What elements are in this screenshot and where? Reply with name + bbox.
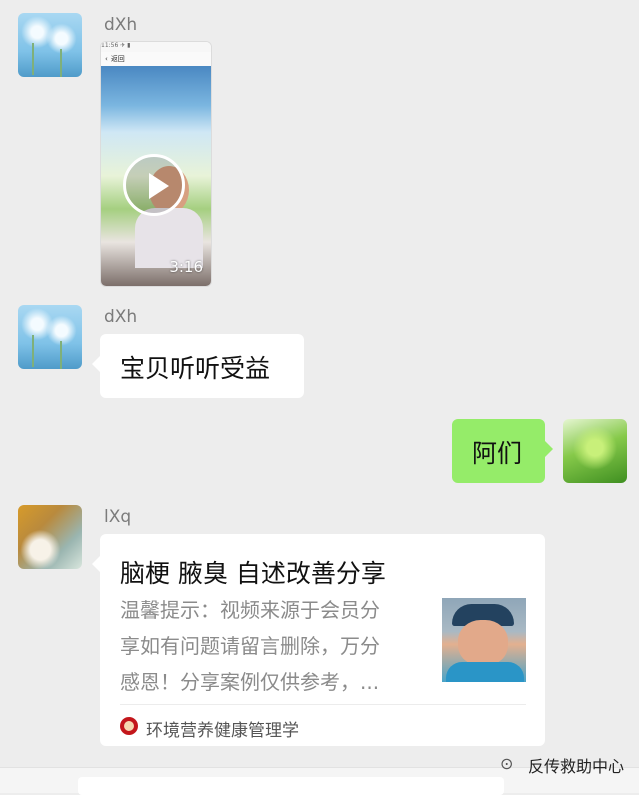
play-icon: [149, 173, 169, 199]
avatar-self[interactable]: [563, 419, 627, 483]
message-bubble-self[interactable]: 阿们: [452, 419, 553, 483]
back-chevron-icon: ‹: [105, 55, 108, 63]
sender-name: lXq: [104, 507, 132, 527]
sender-name: dXh: [104, 307, 138, 327]
video-thumbnail: 3:16: [101, 66, 211, 286]
thumbnail-body: [446, 662, 524, 682]
avatar-lxq[interactable]: [18, 505, 82, 569]
video-inner-nav: ‹ 返回: [101, 52, 211, 66]
thumbnail-face: [458, 620, 508, 666]
link-description-line: 温馨提示：视频来源于会员分: [120, 598, 380, 622]
play-circle-icon[interactable]: [123, 154, 185, 216]
video-inner-back: 返回: [110, 55, 125, 63]
video-message[interactable]: 11:56 ✈ ▮ ‹ 返回 3:16: [100, 41, 212, 287]
sender-name: dXh: [104, 15, 138, 35]
message-text: 阿们: [472, 439, 523, 468]
link-description-line: 感恩！分享案例仅供参考，...: [120, 670, 380, 694]
wechat-channel-icon: ⊙: [500, 754, 514, 773]
link-description: 温馨提示：视频来源于会员分 享如有问题请留言删除，万分 感恩！分享案例仅供参考，…: [120, 592, 420, 700]
divider: [120, 704, 526, 705]
link-source: 环境营养健康管理学: [146, 721, 299, 741]
video-inner-status: 11:56 ✈ ▮: [101, 42, 211, 52]
message-input[interactable]: [78, 777, 504, 795]
link-description-line: 享如有问题请留言删除，万分: [120, 634, 380, 658]
watermark-text: 反传救助中心: [528, 757, 625, 776]
link-thumbnail: [442, 598, 526, 682]
avatar-dxh[interactable]: [18, 305, 82, 369]
message-bubble[interactable]: 宝贝听听受益: [92, 334, 304, 398]
source-logo-icon: [120, 717, 138, 735]
link-card[interactable]: 脑梗 腋臭 自述改善分享 温馨提示：视频来源于会员分 享如有问题请留言删除，万分…: [92, 534, 545, 746]
link-title: 脑梗 腋臭 自述改善分享: [120, 559, 386, 588]
message-text: 宝贝听听受益: [120, 354, 271, 383]
video-duration: 3:16: [169, 258, 203, 276]
avatar-dxh[interactable]: [18, 13, 82, 77]
